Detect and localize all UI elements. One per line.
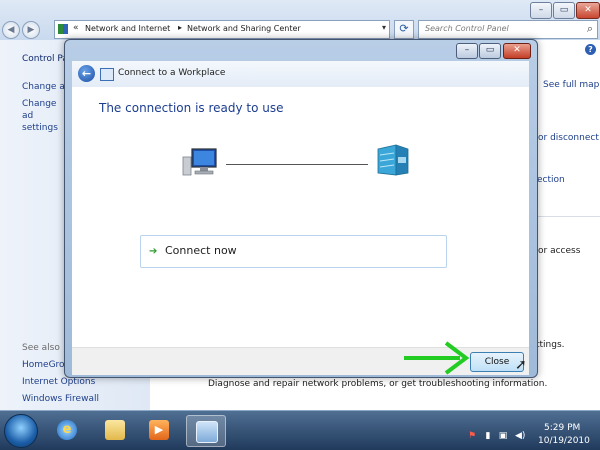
server-icon: [377, 144, 409, 176]
system-tray: ⚑ ▮ ▣ ◀) 5:29 PM 10/19/2010: [462, 411, 600, 450]
breadcrumb-network-sharing-center[interactable]: Network and Sharing Center: [187, 24, 301, 33]
breadcrumb-network-internet[interactable]: Network and Internet: [85, 24, 170, 33]
connect-workplace-dialog: – ▭ ✕ ← Connect to a Workplace The conne…: [64, 39, 538, 378]
folder-icon: [105, 420, 125, 440]
start-button[interactable]: [4, 414, 38, 448]
connect-now-option[interactable]: ➔ Connect now: [140, 235, 447, 268]
close-window-button[interactable]: ✕: [576, 2, 600, 19]
volume-icon[interactable]: ◀): [515, 431, 525, 441]
computer-icon: [182, 148, 217, 176]
workplace-network-icon: [100, 68, 114, 81]
breadcrumb-separator-icon[interactable]: ▸: [178, 23, 182, 32]
dialog-heading: The connection is ready to use: [99, 101, 284, 115]
forward-arrow-icon[interactable]: ▶: [22, 21, 40, 39]
green-arrow-icon: ➔: [149, 246, 158, 257]
minimize-button[interactable]: –: [530, 2, 552, 19]
sidebar-internet-options[interactable]: Internet Options: [22, 377, 95, 387]
search-placeholder: Search Control Panel: [425, 24, 509, 33]
back-arrow-icon[interactable]: ◀: [2, 21, 20, 39]
access-description: or access: [538, 246, 581, 256]
settings-description: ttings.: [536, 340, 565, 350]
back-arrow-icon[interactable]: ←: [78, 65, 95, 82]
divider: [536, 216, 600, 217]
dialog-close-x-button[interactable]: ✕: [503, 43, 531, 59]
search-icon[interactable]: ⌕: [587, 22, 593, 36]
see-also-label: See also: [22, 343, 60, 353]
sidebar-control-panel-home[interactable]: Control Pa: [22, 54, 68, 64]
connection-line: [226, 164, 368, 165]
annotation-arrow-icon: [404, 341, 470, 375]
see-full-map-link[interactable]: See full map: [543, 80, 599, 90]
taskbar-windows-explorer[interactable]: [96, 415, 134, 445]
clock-time[interactable]: 5:29 PM: [544, 423, 580, 433]
set-up-connection-link[interactable]: ection: [537, 175, 565, 185]
taskbar-internet-explorer[interactable]: e: [48, 415, 86, 445]
sidebar-windows-firewall[interactable]: Windows Firewall: [22, 394, 99, 404]
maximize-button[interactable]: ▭: [553, 2, 575, 19]
taskbar-media-player[interactable]: ▶: [140, 415, 178, 445]
help-icon[interactable]: ?: [585, 44, 596, 55]
dialog-title: Connect to a Workplace: [118, 68, 226, 78]
clock-date[interactable]: 10/19/2010: [538, 436, 590, 446]
dialog-maximize-button[interactable]: ▭: [479, 43, 501, 59]
search-input[interactable]: Search Control Panel ⌕: [418, 20, 598, 39]
media-player-icon: ▶: [149, 420, 169, 440]
dialog-content: The connection is ready to use ➔ Connect…: [72, 87, 529, 347]
breadcrumb-overflow-icon[interactable]: «: [73, 23, 79, 33]
connect-or-disconnect-link[interactable]: or disconnect: [538, 133, 599, 143]
address-bar[interactable]: « Network and Internet ▸ Network and Sha…: [54, 20, 390, 39]
connect-now-label: Connect now: [165, 244, 237, 257]
address-dropdown-icon[interactable]: ▾: [382, 23, 386, 32]
action-center-flag-icon[interactable]: ⚑: [467, 431, 477, 441]
power-icon[interactable]: ▮: [483, 431, 493, 441]
troubleshoot-description: Diagnose and repair network problems, or…: [208, 379, 548, 389]
explorer-topbar: – ▭ ✕ ◀ ▶ « Network and Internet ▸ Netwo…: [0, 0, 600, 40]
control-panel-icon: [58, 24, 68, 34]
refresh-icon[interactable]: ⟳: [394, 20, 414, 39]
control-panel-icon: [196, 421, 218, 443]
network-icon[interactable]: ▣: [498, 431, 508, 441]
taskbar: e ▶ ⚑ ▮ ▣ ◀) 5:29 PM 10/19/2010: [0, 410, 600, 450]
internet-explorer-icon: e: [57, 420, 77, 440]
dialog-header: ← Connect to a Workplace: [72, 61, 529, 87]
mouse-cursor-icon: ➚: [515, 357, 527, 373]
sidebar-change-advanced-settings[interactable]: Change ad settings: [22, 98, 66, 134]
taskbar-control-panel[interactable]: [186, 415, 226, 447]
dialog-minimize-button[interactable]: –: [456, 43, 478, 59]
